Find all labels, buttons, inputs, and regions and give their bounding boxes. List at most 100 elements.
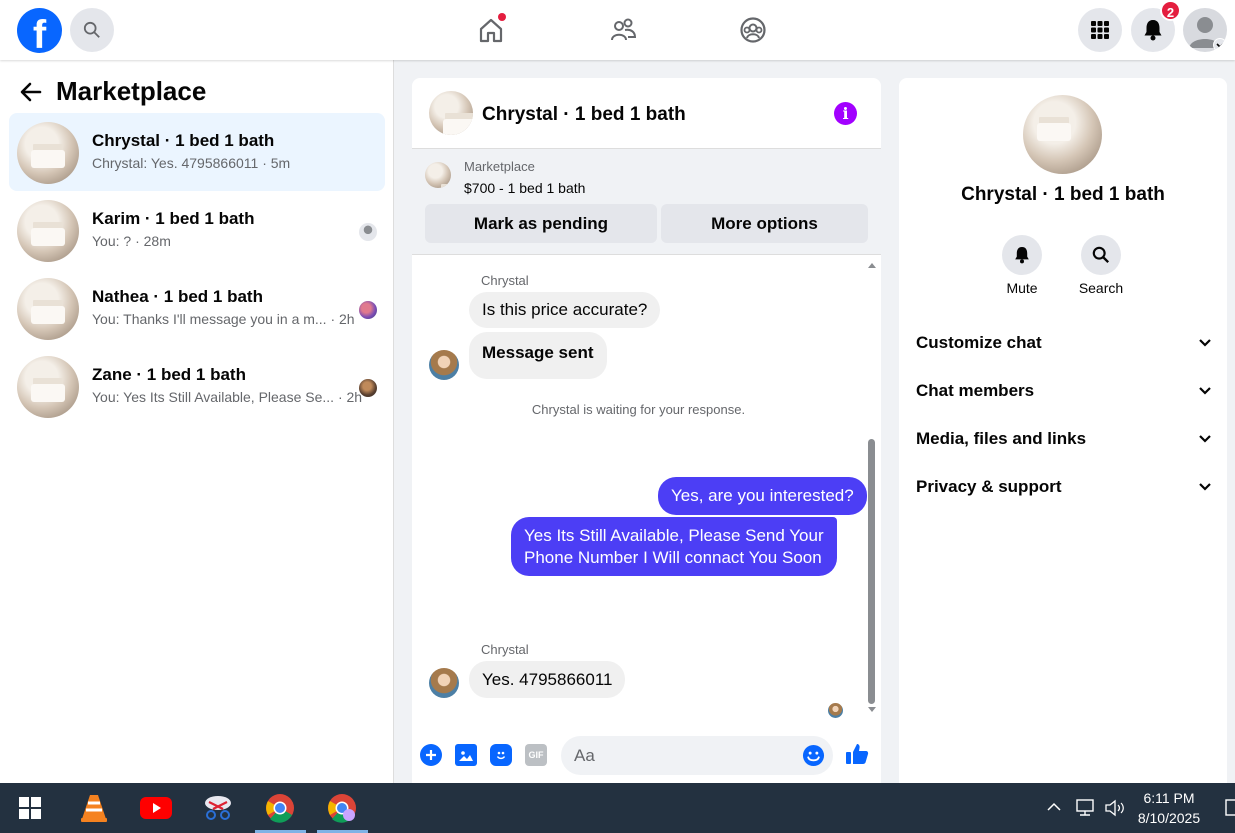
chat-members-section[interactable]: Chat members	[916, 371, 1212, 411]
chevron-down-icon	[1199, 435, 1211, 443]
clock-time: 6:11 PM	[1143, 790, 1195, 806]
listing-thumbnail	[17, 200, 79, 262]
youtube-icon	[140, 797, 172, 819]
mute-label: Mute	[1006, 280, 1038, 296]
notification-badge: 2	[1160, 0, 1181, 21]
section-label: Chat members	[916, 381, 1035, 400]
vlc-cone-icon	[81, 795, 107, 822]
thread-snippet: Chrystal: Yes. 4795866011 · 5m	[92, 155, 291, 171]
vlc-app[interactable]	[77, 791, 111, 825]
inbox-header: Marketplace	[20, 76, 206, 107]
search-action[interactable]: Search	[1071, 235, 1131, 296]
taskbar-clock[interactable]: 6:11 PM 8/10/2025	[1133, 788, 1205, 828]
thread-snippet: You: Yes Its Still Available, Please Se.…	[92, 389, 363, 405]
facebook-logo-letter: f	[32, 13, 47, 53]
chrome-app-2[interactable]	[325, 791, 359, 825]
conversation-panel: Chrystal · 1 bed 1 bath i Marketplace $7…	[412, 78, 881, 783]
top-navigation-bar: f 2	[0, 0, 1235, 60]
facebook-logo[interactable]: f	[17, 8, 62, 53]
mark-as-pending-button[interactable]: Mark as pending	[425, 204, 657, 243]
friends-tab[interactable]	[606, 13, 640, 47]
snipping-tool-app[interactable]	[201, 791, 235, 825]
chevron-up-icon[interactable]	[1046, 801, 1062, 813]
chevron-down-icon	[1213, 38, 1227, 52]
customize-chat-section[interactable]: Customize chat	[916, 323, 1212, 363]
seen-avatar	[359, 301, 377, 319]
groups-icon	[740, 17, 766, 43]
chevron-down-icon	[1199, 339, 1211, 347]
my-message-bubble[interactable]: Yes, are you interested?	[658, 477, 867, 515]
thread-item-karim[interactable]: Karim · 1 bed 1 bath You: ? · 28m	[9, 191, 385, 269]
bell-icon	[1015, 247, 1029, 264]
message-bubble[interactable]: Message sent	[469, 332, 607, 379]
windows-start-button[interactable]	[13, 791, 47, 825]
groups-tab[interactable]	[736, 13, 770, 47]
thread-name: Karim · 1 bed 1 bath	[92, 209, 255, 228]
notification-center-icon[interactable]	[1225, 798, 1235, 818]
details-title: Chrystal · 1 bed 1 bath	[961, 184, 1165, 205]
windows-taskbar: 6:11 PM 8/10/2025	[0, 783, 1235, 833]
plus-icon[interactable]	[420, 744, 442, 766]
emoji-icon[interactable]	[802, 744, 825, 767]
thread-item-nathea[interactable]: Nathea · 1 bed 1 bath You: Thanks I'll m…	[9, 269, 385, 347]
home-notification-dot	[498, 13, 506, 21]
message-bubble[interactable]: Yes. 4795866011	[469, 661, 626, 698]
section-label: Privacy & support	[916, 477, 1062, 496]
seen-avatar	[359, 223, 377, 241]
listing-photo[interactable]	[1023, 95, 1102, 174]
youtube-app[interactable]	[139, 791, 173, 825]
menu-grid-icon	[1091, 21, 1109, 39]
listing-thumbnail	[17, 356, 79, 418]
account-button[interactable]	[1183, 8, 1227, 52]
network-icon[interactable]	[1075, 798, 1097, 818]
thread-item-zane[interactable]: Zane · 1 bed 1 bath You: Yes Its Still A…	[9, 347, 385, 425]
sender-avatar[interactable]	[429, 350, 459, 380]
conversation-title[interactable]: Chrystal · 1 bed 1 bath	[482, 104, 686, 126]
thread-name: Zane · 1 bed 1 bath	[92, 365, 246, 384]
scrollbar-thumb[interactable]	[868, 439, 875, 704]
search-button[interactable]	[70, 8, 114, 52]
back-arrow-icon[interactable]	[20, 82, 42, 102]
volume-icon[interactable]	[1104, 798, 1126, 818]
gif-icon[interactable]: GIF	[525, 744, 547, 766]
search-icon	[1092, 246, 1110, 264]
sticker-icon[interactable]	[490, 744, 512, 766]
sender-name: Chrystal	[481, 273, 529, 288]
thread-snippet: You: Thanks I'll message you in a m... ·…	[92, 311, 355, 327]
more-options-button[interactable]: More options	[661, 204, 868, 243]
home-tab[interactable]	[474, 13, 508, 47]
info-icon[interactable]: i	[834, 102, 857, 125]
mute-action[interactable]: Mute	[992, 235, 1052, 296]
menu-button[interactable]	[1078, 8, 1122, 52]
section-label: Customize chat	[916, 333, 1042, 352]
thread-name: Nathea · 1 bed 1 bath	[92, 287, 263, 306]
privacy-support-section[interactable]: Privacy & support	[916, 467, 1212, 507]
read-receipt-avatar	[828, 703, 843, 718]
bell-icon	[1144, 20, 1162, 41]
search-icon	[83, 21, 100, 38]
conversation-thumbnail[interactable]	[429, 91, 473, 135]
marketplace-label: Marketplace	[464, 159, 535, 174]
chevron-down-icon	[1199, 387, 1211, 395]
sender-avatar[interactable]	[429, 668, 459, 698]
system-message: Chrystal is waiting for your response.	[531, 402, 746, 417]
notifications-button[interactable]: 2	[1131, 0, 1181, 52]
scissors-icon	[205, 796, 231, 820]
section-label: Media, files and links	[916, 429, 1087, 448]
photo-icon[interactable]	[455, 744, 477, 766]
my-message-bubble[interactable]: Yes Its Still Available, Please Send You…	[511, 517, 837, 576]
thread-name: Chrystal · 1 bed 1 bath	[92, 131, 275, 150]
chrome-app-1[interactable]	[263, 791, 297, 825]
message-composer: GIF	[412, 733, 881, 778]
message-input[interactable]	[574, 736, 794, 775]
message-bubble[interactable]: Is this price accurate?	[469, 292, 661, 328]
message-input-container	[561, 736, 833, 775]
thread-item-chrystal[interactable]: Chrystal · 1 bed 1 bath Chrystal: Yes. 4…	[9, 113, 385, 191]
thread-snippet: You: ? · 28m	[92, 233, 171, 249]
chrome-icon	[328, 794, 356, 823]
media-files-links-section[interactable]: Media, files and links	[916, 419, 1212, 459]
like-icon[interactable]	[845, 742, 869, 766]
chrome-icon	[266, 794, 294, 823]
listing-price-title[interactable]: $700 - 1 bed 1 bath	[464, 180, 585, 196]
page-title: Marketplace	[56, 76, 207, 106]
